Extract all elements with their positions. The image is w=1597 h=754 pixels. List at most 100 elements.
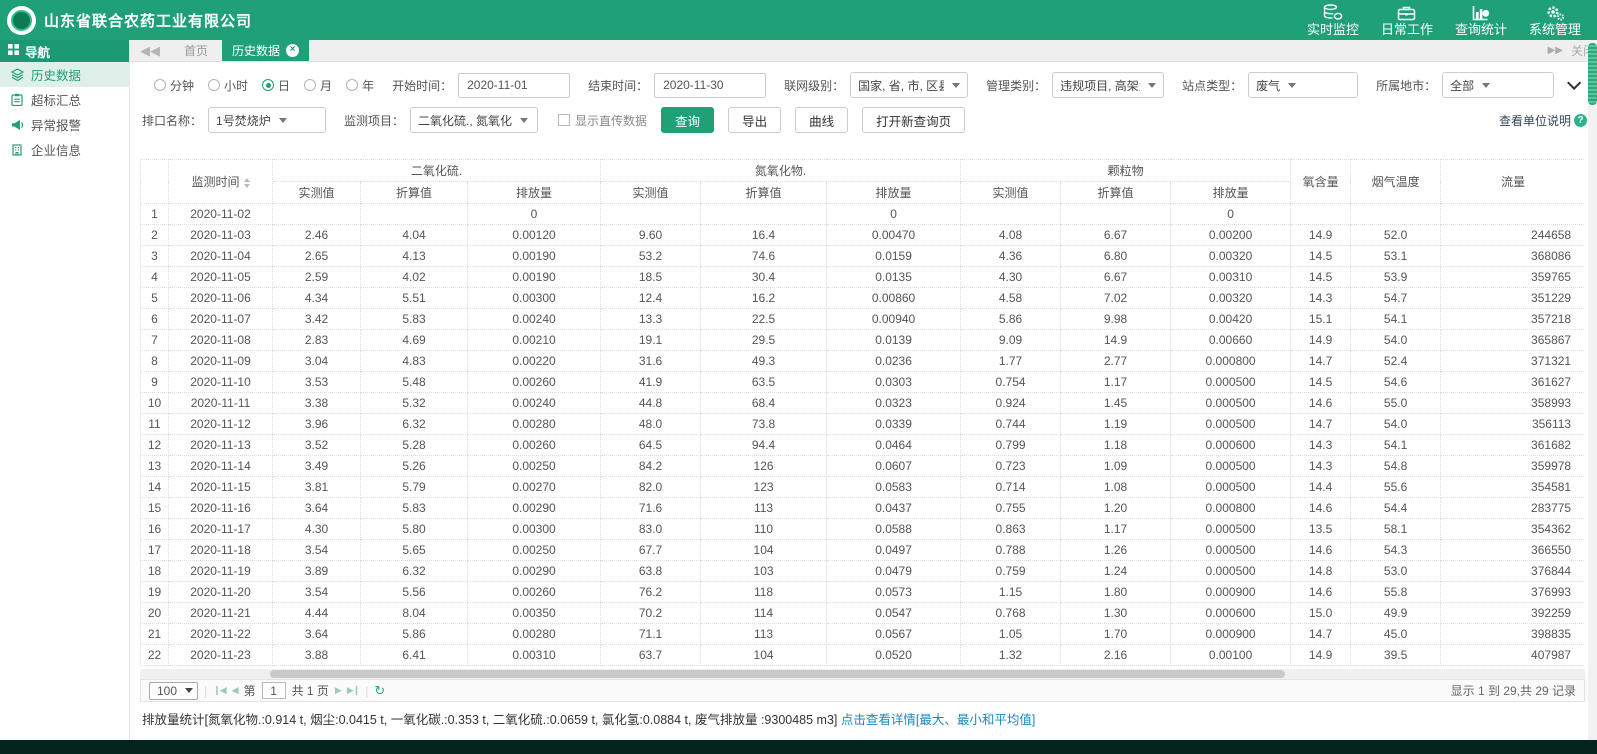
value-cell: 0: [827, 204, 961, 225]
row-index-cell: 4: [141, 267, 169, 288]
value-cell: 114: [701, 603, 827, 624]
unit-description-link[interactable]: 查看单位说明 ?: [1499, 112, 1587, 129]
value-cell: 368086: [1441, 246, 1585, 267]
curve-button[interactable]: 曲线: [795, 107, 848, 133]
site-type-select[interactable]: 废气: [1248, 72, 1358, 98]
sidebar-item-alarm[interactable]: 异常报警: [0, 112, 129, 137]
value-cell: 30.4: [701, 267, 827, 288]
main-area: ◀◀ 首页 历史数据 × ▶▶ 关闭 分钟小时日月年 开始时间： 结束时间： 联…: [130, 40, 1597, 740]
sidebar-item-label: 超标汇总: [31, 90, 81, 109]
manage-type-select[interactable]: 违规项目, 高架源,: [1052, 72, 1164, 98]
sidebar-title: 导航: [25, 42, 50, 61]
nav-item-realtime[interactable]: 实时监控: [1307, 4, 1359, 37]
network-level-select[interactable]: 国家, 省, 市, 区县: [850, 72, 968, 98]
page-size-select[interactable]: 100: [149, 682, 198, 700]
radio-period-小时[interactable]: 小时: [208, 77, 248, 94]
radio-period-月[interactable]: 月: [304, 77, 332, 94]
value-cell: 3.88: [273, 645, 361, 666]
value-cell: 398835: [1441, 624, 1585, 645]
refresh-icon[interactable]: ↻: [374, 683, 385, 699]
export-button[interactable]: 导出: [728, 107, 781, 133]
value-cell: 0.000600: [1171, 435, 1291, 456]
value-cell: [1351, 204, 1441, 225]
start-time-input[interactable]: [458, 73, 570, 98]
radio-period-日[interactable]: 日: [262, 77, 290, 94]
sidebar-item-company[interactable]: 企业信息: [0, 137, 129, 162]
radio-icon: [304, 79, 316, 91]
table-row: 12020-11-02000: [141, 204, 1586, 225]
value-cell: 1.80: [1061, 582, 1171, 603]
tabs-scroll-left-icon[interactable]: ◀◀: [130, 40, 170, 61]
nav-item-system[interactable]: 系统管理: [1529, 4, 1581, 37]
date-cell: 2020-11-10: [169, 372, 273, 393]
radio-period-年[interactable]: 年: [346, 77, 374, 94]
query-button[interactable]: 查询: [661, 107, 714, 133]
horizontal-scrollbar-thumb[interactable]: [270, 670, 1285, 678]
horizontal-scrollbar[interactable]: [140, 669, 1585, 679]
sidebar-item-history[interactable]: 历史数据: [0, 62, 129, 87]
last-page-button[interactable]: ▶❙: [347, 685, 359, 696]
row-index-cell: 9: [141, 372, 169, 393]
outlet-select[interactable]: 1号焚烧炉: [208, 107, 326, 133]
building-icon: [10, 144, 24, 156]
value-cell: 3.54: [273, 582, 361, 603]
value-cell: 0.00190: [468, 246, 601, 267]
value-cell: 0.00210: [468, 330, 601, 351]
city-select[interactable]: 全部: [1442, 72, 1554, 98]
first-page-button[interactable]: ❙◀: [213, 685, 225, 696]
tab-close-icon[interactable]: ×: [286, 44, 299, 57]
vertical-scrollbar[interactable]: [1588, 40, 1597, 740]
page-number-input[interactable]: [262, 682, 286, 699]
value-cell: 0.00320: [1171, 246, 1291, 267]
group-header-so2: 二氧化硫.: [273, 160, 601, 182]
value-cell: 0.00250: [468, 456, 601, 477]
sub-header-measured: 实测值: [273, 182, 361, 204]
table-row: 172020-11-183.545.650.0025067.71040.0497…: [141, 540, 1586, 561]
monitor-item-select[interactable]: 二氧化硫., 氮氧化: [410, 107, 538, 133]
prev-page-button[interactable]: ◀: [232, 685, 238, 696]
value-cell: 14.7: [1291, 624, 1351, 645]
row-index-cell: 15: [141, 498, 169, 519]
value-cell: 14.6: [1291, 540, 1351, 561]
row-index-cell: 19: [141, 582, 169, 603]
sidebar-item-exceed[interactable]: 超标汇总: [0, 87, 129, 112]
date-cell: 2020-11-17: [169, 519, 273, 540]
view-details-link[interactable]: 点击查看详情[最大、最小和平均值]: [841, 713, 1035, 727]
tab-label: 历史数据: [232, 42, 280, 59]
new-query-page-button[interactable]: 打开新查询页: [862, 107, 965, 133]
value-cell: 0.000900: [1171, 582, 1291, 603]
direct-data-checkbox[interactable]: 显示直传数据: [558, 112, 647, 129]
nav-item-daily[interactable]: 日常工作: [1381, 4, 1433, 37]
next-page-button[interactable]: ▶: [335, 685, 341, 696]
value-cell: 0.788: [961, 540, 1061, 561]
value-cell: 3.96: [273, 414, 361, 435]
value-cell: 0.759: [961, 561, 1061, 582]
briefcase-icon: [1397, 4, 1416, 21]
end-time-input[interactable]: [654, 73, 766, 98]
value-cell: 104: [701, 645, 827, 666]
value-cell: 376993: [1441, 582, 1585, 603]
nav-item-stats[interactable]: 查询统计: [1455, 4, 1507, 37]
vertical-scrollbar-thumb[interactable]: [1588, 43, 1597, 105]
value-cell: 5.79: [361, 477, 468, 498]
collapse-filters-icon[interactable]: [1567, 76, 1581, 90]
row-index-cell: 6: [141, 309, 169, 330]
row-index-cell: 12: [141, 435, 169, 456]
value-cell: 407987: [1441, 645, 1585, 666]
time-column-header[interactable]: 监测时间: [169, 160, 273, 204]
tab-home[interactable]: 首页: [170, 40, 222, 61]
value-cell: 0.00290: [468, 561, 601, 582]
tab-history-data[interactable]: 历史数据 ×: [222, 40, 309, 61]
value-cell: 2.59: [273, 267, 361, 288]
date-cell: 2020-11-21: [169, 603, 273, 624]
row-index-cell: 21: [141, 624, 169, 645]
value-cell: 52.0: [1351, 225, 1441, 246]
radio-period-分钟[interactable]: 分钟: [154, 77, 194, 94]
tabs-scroll-right-icon[interactable]: ▶▶: [1548, 45, 1563, 56]
period-radio-group: 分钟小时日月年: [154, 77, 374, 94]
pagination-bar: 100 | ❙◀ ◀ 第 共 1 页 ▶ ▶❙ | ↻ 显示 1 到 29,共 …: [140, 679, 1585, 702]
value-cell: 0.0573: [827, 582, 961, 603]
value-cell: [1441, 204, 1585, 225]
value-cell: 118: [701, 582, 827, 603]
value-cell: 53.9: [1351, 267, 1441, 288]
